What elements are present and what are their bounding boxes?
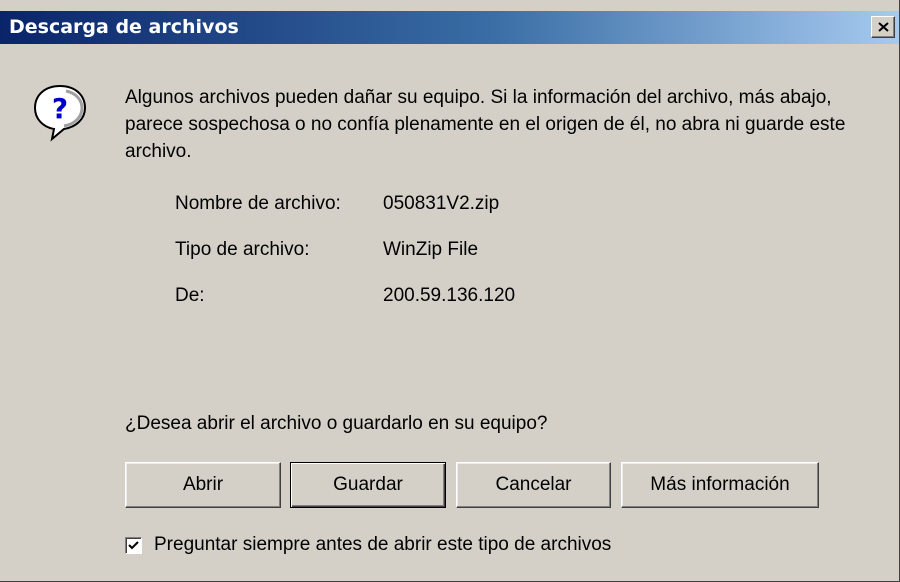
checkmark-icon	[128, 540, 139, 549]
title-bar[interactable]: Descarga de archivos	[0, 11, 899, 44]
always-ask-label: Preguntar siempre antes de abrir este ti…	[154, 534, 612, 555]
always-ask-checkbox[interactable]	[125, 536, 142, 554]
close-icon	[878, 22, 889, 32]
cancel-button[interactable]: Cancelar	[456, 462, 611, 508]
close-button[interactable]	[871, 16, 895, 38]
window-title: Descarga de archivos	[9, 16, 239, 38]
file-source-label: De:	[175, 285, 205, 306]
file-type-label: Tipo de archivo:	[175, 239, 310, 260]
more-info-button[interactable]: Más información	[621, 462, 819, 508]
warning-message: Algunos archivos pueden dañar su equipo.…	[125, 87, 846, 162]
file-name-value: 050831V2.zip	[383, 193, 500, 214]
file-download-dialog: Descarga de archivos ? Algunos archivos …	[0, 0, 900, 582]
file-source-value: 200.59.136.120	[383, 285, 516, 306]
open-button[interactable]: Abrir	[125, 462, 281, 508]
question-icon: ?	[30, 82, 90, 142]
file-name-label: Nombre de archivo:	[175, 193, 341, 214]
open-or-save-question: ¿Desea abrir el archivo o guardarlo en s…	[125, 413, 548, 434]
save-button[interactable]: Guardar	[290, 462, 446, 508]
always-ask-option[interactable]: Preguntar siempre antes de abrir este ti…	[125, 532, 611, 558]
file-type-value: WinZip File	[383, 239, 479, 260]
svg-text:?: ?	[52, 92, 68, 125]
